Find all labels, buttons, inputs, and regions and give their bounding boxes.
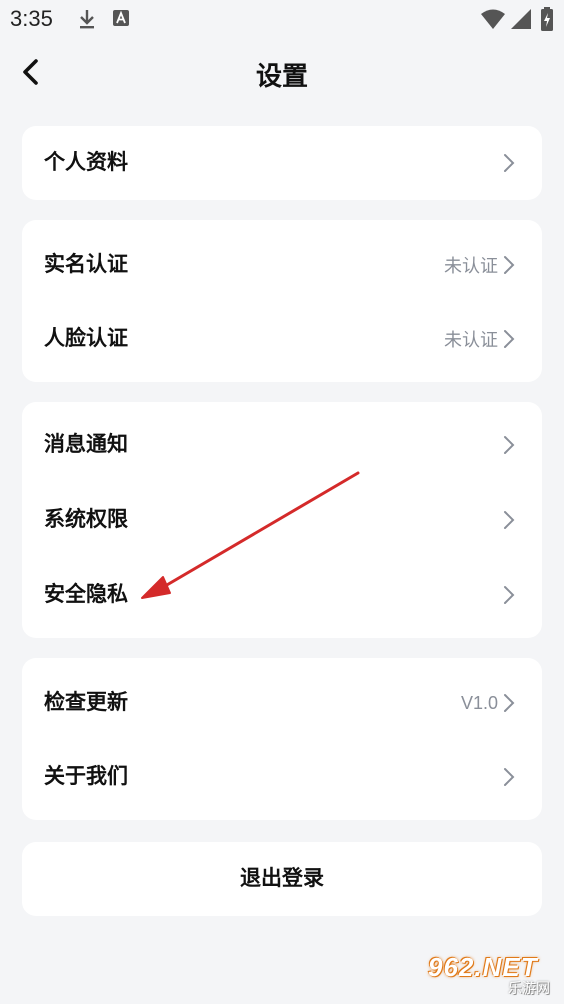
font-a-icon: [113, 10, 129, 26]
chevron-right-icon: [504, 586, 515, 604]
chevron-right-icon: [504, 330, 515, 348]
battery-icon: [541, 7, 553, 31]
settings-card-profile: 个人资料: [22, 126, 542, 200]
chevron-right-icon: [504, 436, 515, 454]
row-message-notification[interactable]: 消息通知: [22, 408, 542, 482]
signal-icon: [511, 9, 531, 29]
settings-card-verification: 实名认证 未认证 人脸认证 未认证: [22, 220, 542, 382]
settings-card-system: 消息通知 系统权限 安全隐私: [22, 402, 542, 638]
row-value: 未认证: [444, 330, 498, 350]
settings-card-about: 检查更新 V1.0 关于我们: [22, 658, 542, 820]
logout-label: 退出登录: [240, 867, 324, 890]
row-label: 关于我们: [44, 765, 128, 788]
row-label: 系统权限: [44, 508, 128, 531]
page-title: 设置: [255, 61, 308, 91]
chevron-right-icon: [504, 154, 515, 172]
row-label: 安全隐私: [44, 583, 128, 606]
header: 设置: [0, 42, 564, 102]
row-personal-info[interactable]: 个人资料: [22, 126, 542, 200]
row-security-privacy[interactable]: 安全隐私: [22, 558, 542, 632]
row-face-verification[interactable]: 人脸认证 未认证: [22, 302, 542, 376]
watermark-sub-text: 乐游网: [508, 980, 550, 996]
status-bar: 3:35: [0, 0, 564, 40]
row-label: 检查更新: [44, 691, 128, 714]
row-label: 人脸认证: [44, 327, 128, 350]
row-label: 个人资料: [44, 151, 128, 174]
version-value: V1.0: [460, 692, 498, 713]
row-check-update[interactable]: 检查更新 V1.0: [22, 666, 542, 740]
status-time: 3:35: [10, 6, 53, 31]
logout-button[interactable]: 退出登录: [22, 842, 542, 916]
row-about-us[interactable]: 关于我们: [22, 740, 542, 814]
row-real-name-verification[interactable]: 实名认证 未认证: [22, 228, 542, 302]
row-label: 实名认证: [44, 253, 128, 276]
wifi-icon: [481, 9, 505, 29]
chevron-right-icon: [504, 768, 515, 786]
row-label: 消息通知: [44, 433, 128, 456]
row-value: 未认证: [444, 256, 498, 276]
chevron-right-icon: [504, 256, 515, 274]
chevron-right-icon: [504, 694, 515, 712]
row-system-permissions[interactable]: 系统权限: [22, 483, 542, 557]
download-icon: [80, 10, 94, 29]
watermark-logo: 962.NET 乐游网: [424, 952, 556, 998]
chevron-right-icon: [504, 511, 515, 529]
